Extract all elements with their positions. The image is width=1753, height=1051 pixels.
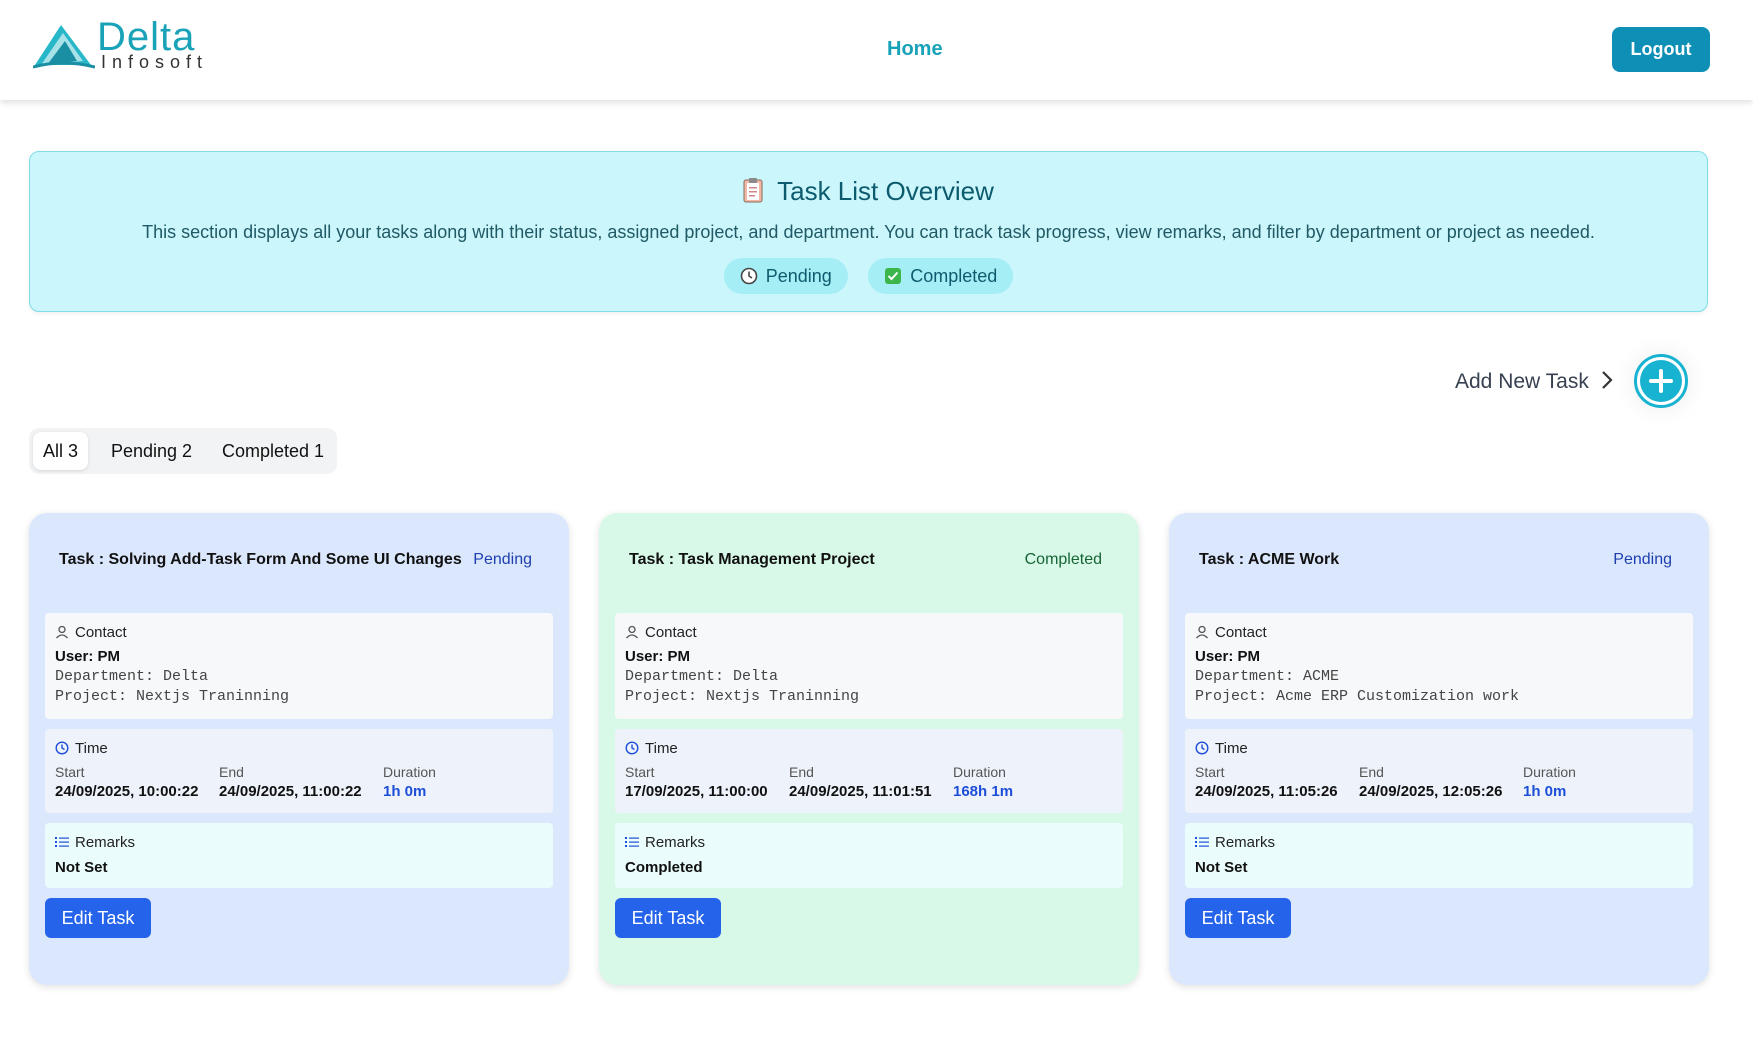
task-project: Project: Nextjs Traninning: [55, 688, 290, 705]
start-label: Start: [625, 764, 655, 780]
completed-chip-label: Completed: [910, 266, 998, 286]
tab-completed[interactable]: Completed 1: [212, 432, 334, 470]
time-heading: Time: [75, 740, 108, 757]
time-heading: Time: [1215, 740, 1248, 757]
edit-task-button[interactable]: Edit Task: [615, 898, 721, 938]
logo-sail-icon: [33, 25, 95, 69]
start-value: 24/09/2025, 11:05:26: [1195, 783, 1338, 800]
start-label: Start: [55, 764, 85, 780]
top-navbar: Delta Infosoft Home Logout: [0, 0, 1753, 100]
remarks-heading: Remarks: [1215, 834, 1276, 851]
task-list-overview-panel: Task List Overview This section displays…: [29, 151, 1708, 312]
task-filter-tabs: All 3 Pending 2 Completed 1: [29, 428, 337, 474]
remarks-section: Remarks Completed: [615, 823, 1123, 888]
clock-icon: [55, 741, 69, 755]
task-department: Department: Delta: [55, 668, 209, 685]
task-card: Task : ACME Work Pending Contact User: P…: [1169, 513, 1709, 985]
status-legend: Pending Completed: [30, 258, 1707, 294]
contact-section: Contact User: PM Department: ACME Projec…: [1185, 613, 1693, 719]
start-value: 17/09/2025, 11:00:00: [625, 783, 768, 800]
remarks-value: Not Set: [1195, 859, 1248, 876]
task-title: Task : Task Management Project: [629, 551, 875, 568]
clock-icon: [740, 261, 758, 285]
completed-chip: Completed: [868, 258, 1014, 294]
chevron-right-icon: [1600, 369, 1614, 396]
edit-task-button[interactable]: Edit Task: [1185, 898, 1291, 938]
add-task-button[interactable]: [1634, 354, 1688, 408]
edit-task-button[interactable]: Edit Task: [45, 898, 151, 938]
tab-pending[interactable]: Pending 2: [101, 432, 202, 470]
add-new-task-control: Add New Task: [1455, 352, 1715, 408]
clock-icon: [1195, 741, 1209, 755]
contact-section: Contact User: PM Department: Delta Proje…: [615, 613, 1123, 719]
contact-heading: Contact: [645, 624, 697, 641]
list-icon: [1195, 835, 1209, 849]
plus-icon: [1640, 360, 1682, 402]
user-icon: [625, 625, 639, 639]
remarks-heading: Remarks: [645, 834, 706, 851]
duration-value: 1h 0m: [383, 783, 427, 800]
clock-icon: [625, 741, 639, 755]
contact-heading: Contact: [1215, 624, 1267, 641]
time-section: Time Start 24/09/2025, 11:05:26 End 24/09/…: [1185, 729, 1693, 813]
overview-title-text: Task List Overview: [777, 176, 994, 206]
checkbox-icon: [884, 261, 902, 284]
end-label: End: [219, 764, 244, 780]
task-project: Project: Nextjs Traninning: [625, 688, 860, 705]
contact-section: Contact User: PM Department: Delta Proje…: [45, 613, 553, 719]
task-department: Department: Delta: [625, 668, 779, 685]
remarks-value: Not Set: [55, 859, 108, 876]
pending-chip-label: Pending: [765, 266, 832, 286]
contact-heading: Contact: [75, 624, 127, 641]
task-card: Task : Task Management Project Completed…: [599, 513, 1139, 985]
remarks-value: Completed: [625, 859, 703, 876]
add-new-task-label: Add New Task: [1455, 370, 1589, 393]
start-label: Start: [1195, 764, 1225, 780]
user-icon: [55, 625, 69, 639]
task-title: Task : ACME Work: [1199, 551, 1340, 568]
end-value: 24/09/2025, 11:00:22: [219, 783, 362, 800]
task-user: User: PM: [1195, 648, 1261, 665]
time-section: Time Start 24/09/2025, 10:00:22 End 24/09/…: [45, 729, 553, 813]
duration-label: Duration: [1523, 764, 1576, 780]
list-icon: [625, 835, 639, 849]
list-icon: [55, 835, 69, 849]
overview-title: Task List Overview: [30, 176, 1707, 207]
logout-button[interactable]: Logout: [1612, 27, 1710, 72]
task-card: Task : Solving Add-Task Form And Some UI…: [29, 513, 569, 985]
task-status-badge: Completed: [1024, 551, 1102, 568]
remarks-section: Remarks Not Set: [1185, 823, 1693, 888]
duration-value: 168h 1m: [953, 783, 1014, 800]
end-value: 24/09/2025, 12:05:26: [1359, 783, 1503, 800]
end-label: End: [1359, 764, 1384, 780]
start-value: 24/09/2025, 10:00:22: [55, 783, 199, 800]
task-user: User: PM: [625, 648, 691, 665]
duration-label: Duration: [953, 764, 1006, 780]
task-user: User: PM: [55, 648, 121, 665]
tab-all[interactable]: All 3: [33, 432, 89, 470]
duration-value: 1h 0m: [1523, 783, 1567, 800]
remarks-heading: Remarks: [75, 834, 136, 851]
clipboard-icon: [743, 177, 763, 203]
logo-subtext: Infosoft: [101, 52, 209, 72]
end-label: End: [789, 764, 814, 780]
remarks-section: Remarks Not Set: [45, 823, 553, 888]
overview-description: This section displays all your tasks alo…: [142, 222, 1595, 242]
task-project: Project: Acme ERP Customization work: [1195, 688, 1520, 705]
delta-infosoft-logo[interactable]: Delta Infosoft: [33, 15, 223, 74]
task-title: Task : Solving Add-Task Form And Some UI…: [59, 551, 462, 568]
task-status-badge: Pending: [1613, 551, 1672, 568]
time-heading: Time: [645, 740, 678, 757]
task-department: Department: ACME: [1195, 668, 1340, 685]
nav-home-link[interactable]: Home: [887, 38, 943, 61]
duration-label: Duration: [383, 764, 436, 780]
user-icon: [1195, 625, 1209, 639]
task-status-badge: Pending: [473, 551, 532, 568]
time-section: Time Start 17/09/2025, 11:00:00 End 24/09/…: [615, 729, 1123, 813]
pending-chip: Pending: [723, 258, 848, 294]
end-value: 24/09/2025, 11:01:51: [789, 783, 932, 800]
